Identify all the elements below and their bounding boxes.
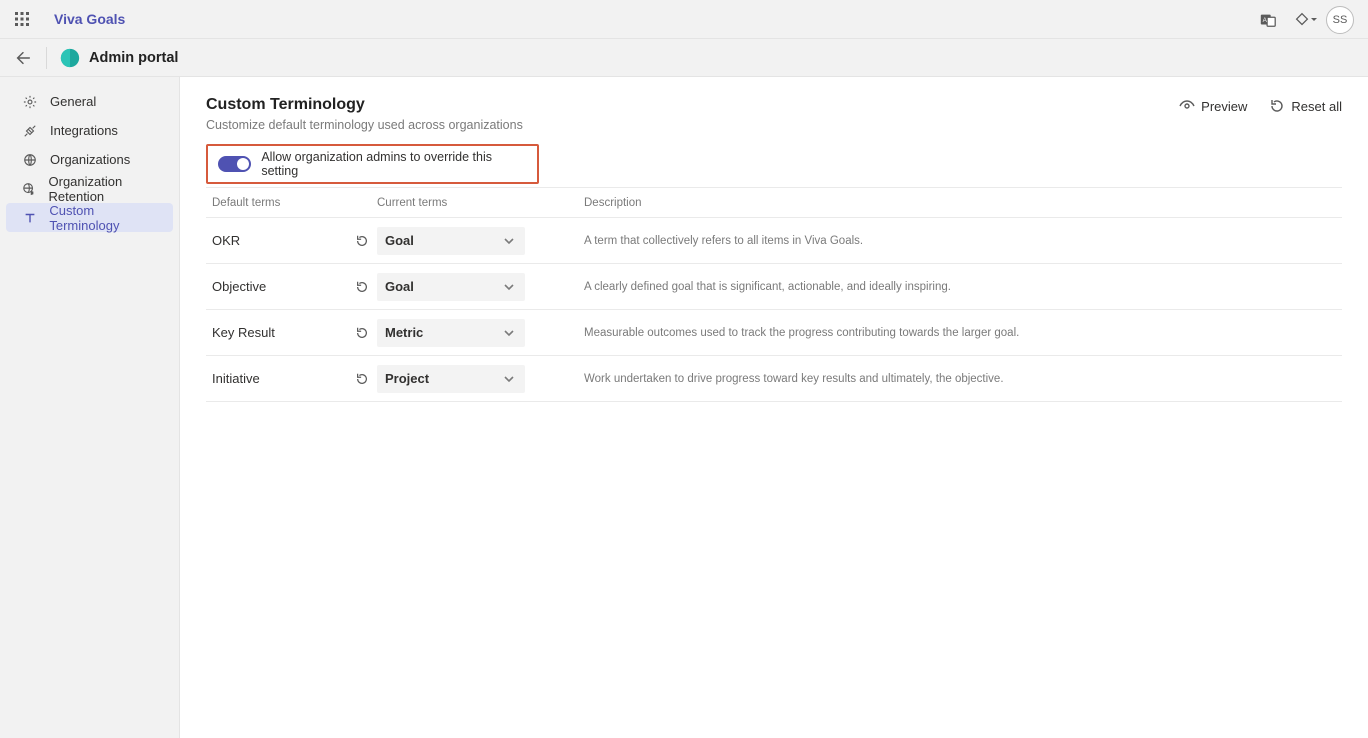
current-term-dropdown[interactable]: Metric	[377, 319, 525, 347]
table-row: OKR Goal A term that collectively refers…	[206, 218, 1342, 264]
sidebar-item-label: Integrations	[50, 123, 118, 138]
override-toggle-label: Allow organization admins to override th…	[261, 150, 527, 178]
sidebar-item-general[interactable]: General	[0, 87, 179, 116]
terms-table: Default terms Current terms Description …	[206, 187, 1342, 402]
reset-all-button[interactable]: Reset all	[1269, 98, 1342, 114]
term-description: A clearly defined goal that is significa…	[570, 281, 1336, 293]
default-term: Key Result	[212, 325, 275, 340]
table-row: Objective Goal A clearly defined goal th…	[206, 264, 1342, 310]
current-term-dropdown[interactable]: Goal	[377, 273, 525, 301]
col-current-header: Current terms	[377, 197, 570, 209]
row-reset-icon[interactable]	[355, 326, 369, 340]
text-icon	[22, 210, 37, 226]
toggle-knob	[237, 158, 249, 170]
term-description: A term that collectively refers to all i…	[570, 235, 1336, 247]
top-bar: Viva Goals A SS	[0, 0, 1368, 39]
preview-button[interactable]: Preview	[1179, 98, 1247, 114]
sidebar-item-organizations[interactable]: Organizations	[0, 145, 179, 174]
col-default-header: Default terms	[212, 197, 377, 209]
chevron-down-icon	[503, 372, 517, 386]
sidebar: General Integrations Organizations Organ…	[0, 77, 180, 738]
dropdown-value: Project	[385, 371, 429, 386]
gear-icon	[22, 94, 38, 110]
sidebar-item-label: Custom Terminology	[49, 203, 163, 233]
col-description-header: Description	[570, 197, 1336, 209]
chevron-down-icon	[503, 234, 517, 248]
chevron-down-icon	[503, 326, 517, 340]
default-term: Objective	[212, 279, 266, 294]
product-name[interactable]: Viva Goals	[54, 11, 125, 27]
sidebar-item-custom-terminology[interactable]: Custom Terminology	[6, 203, 173, 232]
second-bar: Admin portal	[0, 39, 1368, 77]
current-term-dropdown[interactable]: Project	[377, 365, 525, 393]
portal-title: Admin portal	[89, 50, 178, 66]
translate-icon[interactable]: A	[1258, 10, 1278, 30]
dropdown-value: Goal	[385, 279, 414, 294]
default-term: OKR	[212, 233, 240, 248]
preview-label: Preview	[1201, 99, 1247, 114]
main-content: Custom Terminology Customize default ter…	[180, 77, 1368, 738]
diamond-icon[interactable]	[1292, 10, 1312, 30]
reset-all-label: Reset all	[1291, 99, 1342, 114]
page-subtitle: Customize default terminology used acros…	[206, 118, 1179, 132]
sidebar-item-label: General	[50, 94, 96, 109]
default-term: Initiative	[212, 371, 260, 386]
reset-icon	[1269, 98, 1285, 114]
dropdown-value: Goal	[385, 233, 414, 248]
globe-shield-icon	[22, 181, 37, 197]
table-header: Default terms Current terms Description	[206, 188, 1342, 218]
row-reset-icon[interactable]	[355, 372, 369, 386]
plug-icon	[22, 123, 38, 139]
sidebar-item-label: Organization Retention	[49, 174, 170, 204]
back-icon[interactable]	[14, 49, 32, 67]
override-toggle-row: Allow organization admins to override th…	[206, 144, 539, 184]
viva-goals-logo-icon	[59, 47, 81, 69]
table-row: Initiative Project Work undertaken to dr…	[206, 356, 1342, 402]
table-row: Key Result Metric Measurable outcomes us…	[206, 310, 1342, 356]
eye-icon	[1179, 98, 1195, 114]
sidebar-item-organization-retention[interactable]: Organization Retention	[0, 174, 179, 203]
term-description: Measurable outcomes used to track the pr…	[570, 327, 1336, 339]
row-reset-icon[interactable]	[355, 234, 369, 248]
row-reset-icon[interactable]	[355, 280, 369, 294]
current-term-dropdown[interactable]: Goal	[377, 227, 525, 255]
sidebar-item-label: Organizations	[50, 152, 130, 167]
globe-icon	[22, 152, 38, 168]
sidebar-item-integrations[interactable]: Integrations	[0, 116, 179, 145]
chevron-down-icon	[503, 280, 517, 294]
waffle-icon[interactable]	[14, 11, 30, 27]
dropdown-value: Metric	[385, 325, 423, 340]
avatar[interactable]: SS	[1326, 6, 1354, 34]
page-title: Custom Terminology	[206, 96, 1179, 114]
term-description: Work undertaken to drive progress toward…	[570, 373, 1336, 385]
divider	[46, 47, 47, 69]
override-toggle[interactable]	[218, 156, 251, 172]
top-bar-right: A SS	[1258, 0, 1354, 39]
